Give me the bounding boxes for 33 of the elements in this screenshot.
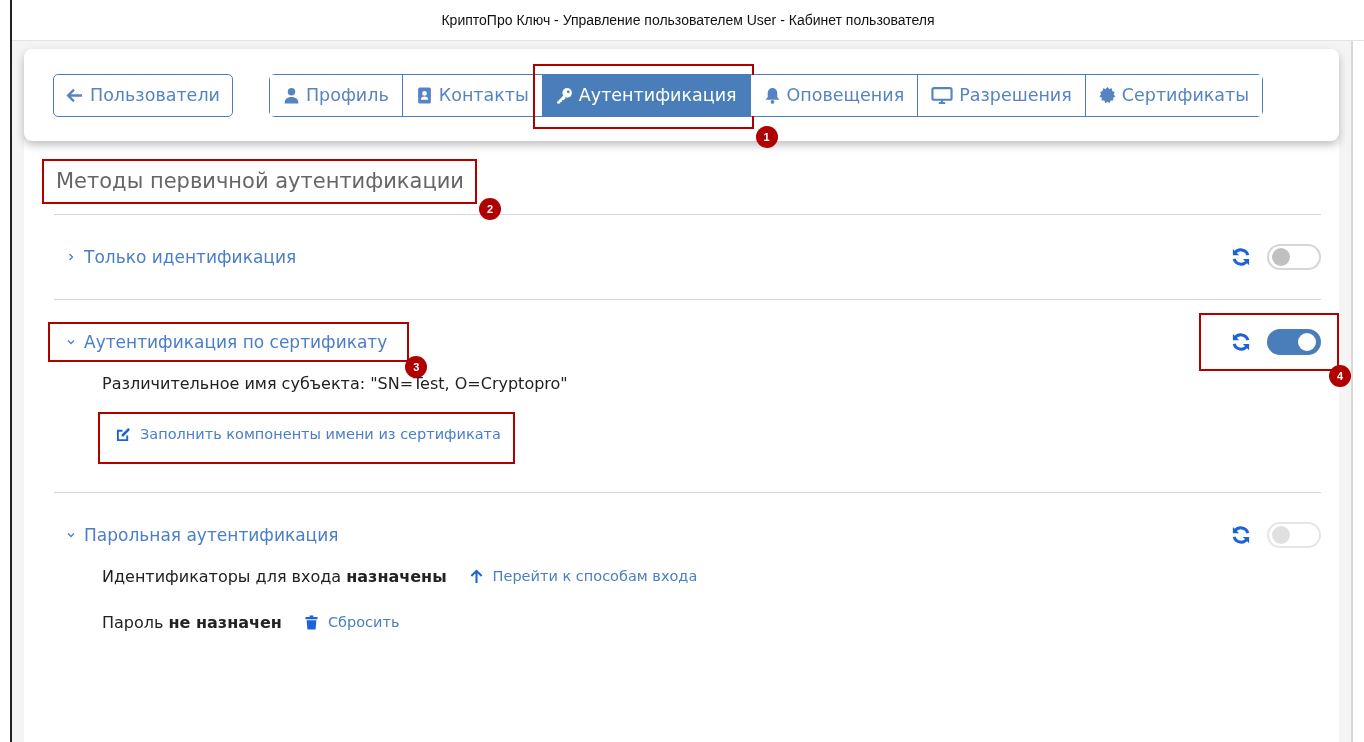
callout-number: 2 bbox=[479, 198, 501, 220]
method-expander[interactable]: Аутентификация по сертификату bbox=[48, 322, 410, 362]
callout-number: 3 bbox=[405, 356, 428, 378]
info-text: Пароль не назначен bbox=[102, 612, 282, 632]
trash-icon bbox=[303, 614, 319, 630]
chevron-down-icon bbox=[66, 337, 76, 347]
toggle-switch[interactable] bbox=[1267, 329, 1321, 355]
info-text: Идентификаторы для входа назначены bbox=[102, 566, 447, 586]
window-title: КриптоПро Ключ - Управление пользователем User - Кабинет пользователя bbox=[441, 12, 935, 28]
chevron-right-icon bbox=[66, 252, 76, 262]
monitor-icon bbox=[931, 86, 954, 104]
refresh-icon[interactable] bbox=[1231, 525, 1251, 545]
tab[interactable]: Аутентификация bbox=[542, 74, 750, 116]
method-expander[interactable]: Парольная аутентификация bbox=[48, 515, 361, 555]
bell-icon bbox=[763, 86, 781, 104]
arrow-left-icon bbox=[66, 86, 83, 104]
action-link[interactable]: Заполнить компоненты имени из сертификата bbox=[116, 426, 501, 442]
section-title: Методы первичной аутентификации bbox=[42, 159, 477, 204]
callout-number: 4 bbox=[1329, 365, 1351, 387]
edit-icon bbox=[116, 426, 131, 442]
action-link[interactable]: Перейти к способам входа bbox=[468, 568, 698, 584]
chevron-down-icon bbox=[66, 530, 76, 540]
refresh-icon[interactable] bbox=[1231, 247, 1251, 267]
refresh-icon[interactable] bbox=[1231, 332, 1251, 352]
arrow-up-icon bbox=[468, 568, 484, 584]
method-expander[interactable]: Только идентификация bbox=[48, 237, 319, 277]
action-link[interactable]: Сбросить bbox=[303, 614, 400, 630]
key-icon bbox=[555, 86, 573, 104]
callout-number: 1 bbox=[755, 125, 778, 148]
back-button[interactable]: Пользователи bbox=[53, 73, 233, 117]
contact-card-icon bbox=[415, 86, 433, 104]
seal-icon bbox=[1098, 86, 1116, 104]
person-icon bbox=[282, 86, 300, 104]
